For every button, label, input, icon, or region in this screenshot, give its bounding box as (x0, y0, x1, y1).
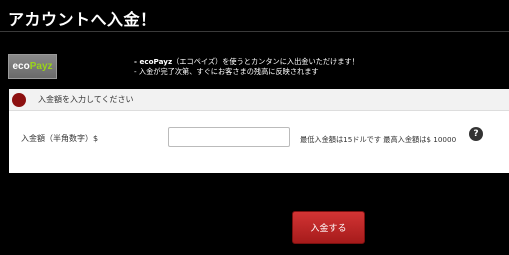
red-circle-icon (12, 93, 26, 107)
info-line-1-text: （エコペイズ）を使うとカンタンに入出金いただけます！ (172, 57, 359, 66)
form-section-header: 入金額を入力してください (9, 89, 509, 111)
page-title: アカウントへ入金！ (8, 10, 157, 29)
amount-label: 入金額（半角数字）$ (21, 134, 99, 143)
title-divider (0, 31, 509, 32)
help-icon[interactable]: ? (469, 127, 483, 141)
deposit-limits-text: 最低入金額は15ドルです 最高入金額は$ 10000 (300, 135, 457, 144)
deposit-submit-button[interactable]: 入金する (292, 211, 365, 244)
section-header-text: 入金額を入力してください (38, 95, 134, 104)
payment-info: - ecoPayz（エコペイズ）を使うとカンタンに入出金いただけます！ - 入金… (134, 57, 359, 77)
logo-payz-text: Payz (29, 61, 53, 72)
deposit-form-panel: 入金額を入力してください 入金額（半角数字）$ 最低入金額は15ドルです 最高入… (9, 89, 509, 173)
logo-eco-text: eco (12, 61, 30, 72)
info-line-1: - ecoPayz（エコペイズ）を使うとカンタンに入出金いただけます！ (134, 57, 359, 67)
amount-input[interactable] (168, 127, 290, 147)
info-line-2: - 入金が完了次第、すぐにお客さまの残高に反映されます (134, 67, 319, 76)
deposit-page: アカウントへ入金！ eco Payz - ecoPayz（エコペイズ）を使うとカン… (0, 0, 509, 255)
info-brand: - ecoPayz (134, 57, 173, 66)
ecopayz-logo: eco Payz (8, 54, 57, 79)
